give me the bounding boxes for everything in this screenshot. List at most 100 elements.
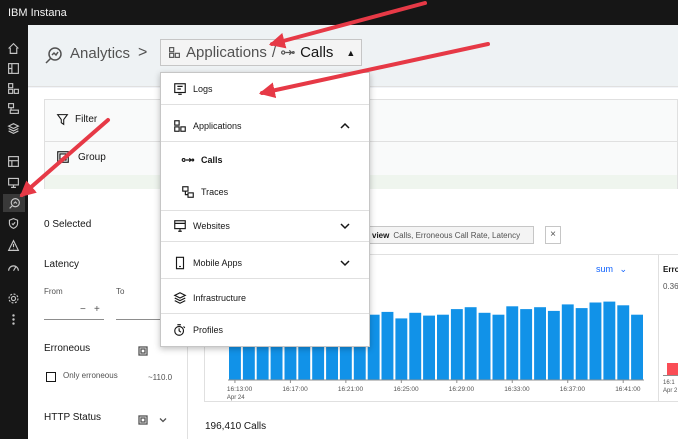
http-status-label: HTTP Status xyxy=(44,412,102,423)
analytics-icon[interactable] xyxy=(3,194,25,212)
security-icon[interactable] xyxy=(6,216,20,230)
erroneous-axis xyxy=(663,375,678,376)
chart-bar[interactable] xyxy=(520,309,533,380)
menu-item-label: Mobile Apps xyxy=(193,257,243,268)
preview-close-button[interactable]: × xyxy=(545,226,561,244)
x-tick-label: 16:33:00 xyxy=(504,386,530,393)
chart-bar[interactable] xyxy=(589,302,602,381)
chart-bar[interactable] xyxy=(478,312,491,380)
logs-icon xyxy=(173,82,187,96)
chart-bar[interactable] xyxy=(506,306,519,380)
breadcrumb-context-selector[interactable]: Applications / Calls ▲ xyxy=(160,39,362,66)
selected-count: 0 Selected xyxy=(44,219,92,230)
erroneous-card-value: 0.36% xyxy=(663,282,678,291)
preview-chip[interactable]: view Calls, Erroneous Call Rate, Latency xyxy=(368,226,534,244)
context-dropdown-menu: Logs Applications Calls Traces Websites … xyxy=(160,72,370,347)
chart-bar[interactable] xyxy=(450,309,463,380)
app-title: IBM Instana xyxy=(8,6,67,19)
decrement-button[interactable]: − xyxy=(80,304,86,315)
chart-bar[interactable] xyxy=(492,314,505,380)
menu-item-label: Infrastructure xyxy=(193,292,247,303)
events-icon[interactable] xyxy=(6,238,20,252)
chart-bar[interactable] xyxy=(464,307,477,380)
erroneous-tick: 16:1 Apr 2 xyxy=(663,380,678,394)
filter-label: Filter xyxy=(75,114,98,125)
menu-item-websites[interactable]: Websites xyxy=(161,210,369,242)
menu-item-infrastructure[interactable]: Infrastructure xyxy=(161,282,369,314)
erroneous-bar xyxy=(667,363,678,375)
latency-to-input[interactable] xyxy=(116,302,160,320)
aggregation-select[interactable]: sum ⌄ xyxy=(596,264,627,275)
chevron-up-icon[interactable] xyxy=(339,120,351,132)
websites-icon[interactable] xyxy=(6,61,20,75)
x-tick-label: 16:17:00 xyxy=(282,386,308,393)
erroneous-count: ~110.0 xyxy=(148,373,173,382)
chart-bar[interactable] xyxy=(437,314,449,380)
chart-bar[interactable] xyxy=(561,304,574,380)
menu-item-logs[interactable]: Logs xyxy=(161,73,369,105)
x-tick-label: 16:29:00 xyxy=(449,386,475,393)
chart-bar[interactable] xyxy=(423,315,435,380)
x-tick-sublabel: Apr 24 xyxy=(227,395,245,401)
menu-item-applications[interactable]: Applications xyxy=(161,110,369,142)
menu-item-label: Traces xyxy=(201,187,229,197)
menu-item-label: Logs xyxy=(193,83,213,94)
group-icon xyxy=(57,151,69,163)
dashboard-icon[interactable] xyxy=(6,260,20,274)
menu-item-profiles[interactable]: Profiles xyxy=(161,314,369,346)
menu-subitem-traces[interactable]: Traces xyxy=(161,176,369,208)
menu-item-label: Calls xyxy=(201,155,223,165)
top-bar: IBM Instana xyxy=(0,0,678,25)
chart-bar[interactable] xyxy=(381,311,394,380)
breadcrumb-analytics[interactable]: Analytics xyxy=(70,45,130,62)
latency-from-input[interactable]: − + xyxy=(44,302,104,320)
caret-up-icon: ▲ xyxy=(346,47,356,58)
calls-icon xyxy=(181,153,195,167)
group-by-icon[interactable] xyxy=(138,343,148,356)
aggregation-value: sum xyxy=(596,264,614,274)
menu-subitem-calls[interactable]: Calls xyxy=(161,144,369,176)
services-icon[interactable] xyxy=(6,101,20,115)
increment-button[interactable]: + xyxy=(94,304,100,315)
side-navigation xyxy=(0,25,28,439)
mobile-apps-icon xyxy=(173,256,187,270)
chevron-down-icon[interactable] xyxy=(339,257,351,269)
menu-item-label: Applications xyxy=(193,120,242,131)
chart-bar[interactable] xyxy=(395,318,408,380)
erroneous-card-title: Erro xyxy=(663,265,678,274)
monitor-icon[interactable] xyxy=(6,175,20,189)
applications-icon[interactable] xyxy=(6,81,20,95)
chevron-down-icon[interactable] xyxy=(339,220,351,232)
breadcrumb-applications: Applications xyxy=(186,44,267,61)
chevron-down-icon[interactable] xyxy=(158,412,168,423)
x-tick-label: 16:13:00 xyxy=(227,386,253,393)
chart-bar[interactable] xyxy=(547,310,560,380)
home-icon[interactable] xyxy=(6,41,20,55)
menu-item-label: Websites xyxy=(193,221,230,231)
filter-icon xyxy=(56,114,69,126)
group-by-icon[interactable] xyxy=(138,412,148,425)
infrastructure-icon[interactable] xyxy=(6,121,20,135)
more-icon[interactable] xyxy=(6,312,20,326)
platforms-icon[interactable] xyxy=(6,154,20,168)
only-erroneous-checkbox[interactable] xyxy=(46,372,56,382)
x-tick-label: 16:41:00 xyxy=(615,386,641,393)
menu-item-mobile-apps[interactable]: Mobile Apps xyxy=(161,247,369,279)
x-tick-label: 16:21:00 xyxy=(338,386,364,393)
calls-icon xyxy=(281,49,295,56)
chart-bar[interactable] xyxy=(603,301,616,380)
menu-item-label: Profiles xyxy=(193,325,224,335)
chart-bar[interactable] xyxy=(534,307,546,380)
analytics-icon xyxy=(44,45,64,65)
chart-bar[interactable] xyxy=(617,305,630,380)
settings-icon[interactable] xyxy=(6,291,20,305)
chart-bar[interactable] xyxy=(575,308,588,380)
erroneous-rate-card: Erro 0.36% 16:1Apr 2 xyxy=(658,254,678,402)
infrastructure-icon xyxy=(173,291,187,305)
total-calls: 196,410 Calls xyxy=(205,421,267,432)
chart-bar[interactable] xyxy=(409,312,422,380)
x-tick-label: 16:25:00 xyxy=(393,386,419,393)
x-tick-label: 16:37:00 xyxy=(560,386,586,393)
chart-bar[interactable] xyxy=(631,314,643,380)
latency-label: Latency xyxy=(44,259,80,270)
